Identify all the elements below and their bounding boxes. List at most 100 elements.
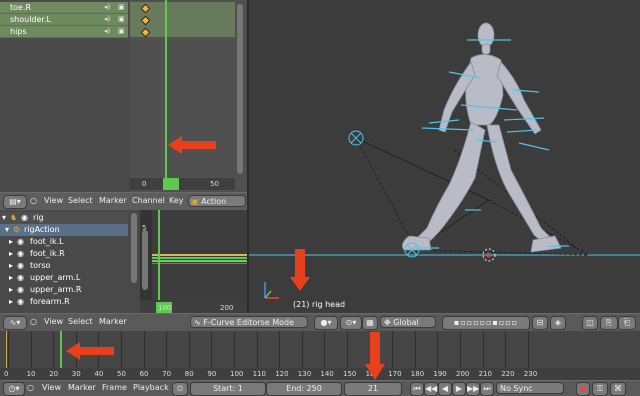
playhead-line[interactable]	[165, 0, 167, 178]
playhead-line[interactable]	[158, 210, 160, 300]
fcurve[interactable]	[152, 254, 247, 256]
transform-icon: ✥	[384, 318, 391, 327]
expand-icon[interactable]: ▾	[2, 212, 6, 224]
shading-dropdown[interactable]: ●▾	[314, 316, 338, 330]
bone-row[interactable]: ▸ ◉ foot_ik.R	[0, 248, 128, 260]
timeline-tick-label: 210	[478, 370, 492, 378]
menu-view[interactable]: View	[44, 317, 63, 326]
timeline-grid-line	[8, 331, 9, 368]
insert-keyframe-button[interactable]: ⌘	[610, 382, 626, 396]
editor-type-button[interactable]: ◷▾	[3, 382, 25, 396]
scrollbar[interactable]	[142, 230, 148, 290]
expand-icon[interactable]: ▸	[9, 272, 13, 284]
eye-icon[interactable]: ◉	[17, 248, 24, 260]
expand-icon[interactable]: ▸	[9, 296, 13, 308]
eye-icon[interactable]: ◉	[17, 260, 24, 272]
graph-curve-region[interactable]: 5 0 5 100 200	[140, 210, 247, 313]
eye-icon[interactable]: ◉	[17, 272, 24, 284]
timeline-grid-line	[234, 331, 235, 368]
rig-object-row[interactable]: ▾ ♞ ◉ rig	[0, 212, 128, 224]
dopesheet-channel-region: toe.R ◂) ▣ shoulder.L ◂) ▣ hips ◂) ▣	[0, 0, 130, 192]
eye-icon[interactable]: ◉	[17, 296, 24, 308]
menu-view[interactable]: View	[42, 383, 61, 392]
menu-channel[interactable]: Channel	[132, 196, 165, 205]
expand-icon[interactable]: ▸	[9, 260, 13, 272]
action-row[interactable]: ▾ ⚙ rigAction	[0, 224, 128, 236]
speaker-icon[interactable]: ◂)	[104, 26, 110, 37]
current-frame-field[interactable]: 21	[344, 382, 402, 396]
play-reverse-button[interactable]: ◀	[438, 382, 452, 396]
keying-set-button[interactable]: ⚿	[592, 382, 608, 396]
menu-select[interactable]: Select	[68, 317, 93, 326]
next-keyframe-button[interactable]: ▶▶	[466, 382, 480, 396]
fcurve[interactable]	[152, 263, 247, 264]
sync-dropdown[interactable]: No Sync	[496, 382, 564, 394]
3d-viewport[interactable]: (21) rig head	[247, 0, 640, 313]
bone-row[interactable]: ▸ ◉ upper_arm.R	[0, 284, 128, 296]
jump-start-button[interactable]: ⏮	[410, 382, 424, 396]
timeline-region[interactable]: 0102030405060708090100110120130140150160…	[0, 331, 640, 380]
menu-key[interactable]: Key	[169, 196, 184, 205]
copy-pose-button[interactable]: ⎘	[600, 316, 618, 330]
dopesheet-keyframe-region[interactable]: 0 50	[130, 0, 247, 192]
bone-row[interactable]: ▸ ◉ foot_ik.L	[0, 236, 128, 248]
jump-end-button[interactable]: ⏭	[480, 382, 494, 396]
fcurve[interactable]	[152, 260, 247, 262]
scrollbar[interactable]	[237, 4, 243, 174]
eye-icon[interactable]: ◉	[17, 284, 24, 296]
menu-playback[interactable]: Playback	[133, 383, 169, 392]
eye-icon[interactable]: ◉	[21, 212, 28, 224]
lock-icon[interactable]: ▣	[118, 14, 125, 25]
timeline-grid-line	[437, 331, 439, 368]
record-button[interactable]: ●	[576, 382, 590, 396]
editor-type-button[interactable]: ▤▾	[3, 195, 27, 209]
mode-dropdown[interactable]: ▣ Action Editor	[188, 195, 246, 218]
prev-keyframe-button[interactable]: ◀◀	[424, 382, 438, 396]
end-frame-value: End: 250	[286, 384, 322, 393]
layer-grid[interactable]: ▪▫▫▫▫▫▪▫▫▫	[442, 316, 530, 330]
end-frame-field[interactable]: End: 250	[266, 382, 342, 396]
menu-view[interactable]: View	[44, 196, 63, 205]
graph-mode-dropdown[interactable]: ∿ F-Curve Editorse Mode	[190, 316, 308, 328]
menu-marker[interactable]: Marker	[68, 383, 96, 392]
dopesheet-header: ▤▾ ○ View Select Marker Channel Key ▣ Ac…	[0, 192, 247, 218]
expand-icon[interactable]: ▸	[9, 236, 13, 248]
speaker-icon[interactable]: ◂)	[104, 14, 110, 25]
editor-type-button[interactable]: ∿▾	[3, 316, 27, 330]
snap-button[interactable]: ◈	[550, 316, 566, 330]
timeline-header: ◷▾ ○ View Marker Frame Playback ⏲ Start:…	[0, 380, 640, 396]
channel-row-shoulder-l[interactable]: shoulder.L ◂) ▣	[0, 14, 128, 26]
pivot-dropdown[interactable]: ⊙▾	[340, 316, 362, 330]
channel-row-hips[interactable]: hips ◂) ▣	[0, 26, 128, 38]
lock-icon[interactable]: ▣	[118, 26, 125, 37]
timeline-tick-label: 170	[388, 370, 402, 378]
paste-pose-button[interactable]: ⎗	[618, 316, 636, 330]
playhead-line[interactable]	[60, 331, 62, 368]
menu-marker[interactable]: Marker	[99, 317, 127, 326]
fcurve[interactable]	[152, 257, 247, 259]
start-frame-field[interactable]: Start: 1	[190, 382, 266, 396]
menu-frame[interactable]: Frame	[102, 383, 127, 392]
speaker-icon[interactable]: ◂)	[104, 2, 110, 13]
lock-button[interactable]: ⊟	[532, 316, 548, 330]
channel-label: shoulder.L	[10, 15, 51, 24]
bone-label: torso	[30, 261, 51, 270]
bone-row[interactable]: ▸ ◉ forearm.R	[0, 296, 128, 308]
bone-row[interactable]: ▸ ◉ upper_arm.L	[0, 272, 128, 284]
layers-button[interactable]: ▦	[362, 316, 378, 330]
orientation-dropdown[interactable]: ✥ Global	[380, 316, 436, 328]
render-button[interactable]: ◫	[582, 316, 598, 330]
expand-icon[interactable]: ▾	[5, 224, 9, 236]
bone-row[interactable]: ▸ ◉ torso	[0, 260, 128, 272]
scrollbar[interactable]	[131, 213, 137, 283]
lock-icon[interactable]: ▣	[118, 2, 125, 13]
menu-select[interactable]: Select	[68, 196, 93, 205]
menu-marker[interactable]: Marker	[99, 196, 127, 205]
expand-icon[interactable]: ▸	[9, 284, 13, 296]
channel-row-toe-r[interactable]: toe.R ◂) ▣	[0, 2, 128, 14]
timeline-grid-line	[347, 331, 348, 368]
eye-icon[interactable]: ◉	[17, 236, 24, 248]
expand-icon[interactable]: ▸	[9, 248, 13, 260]
play-button[interactable]: ▶	[452, 382, 466, 396]
preview-range-button[interactable]: ⏲	[172, 382, 188, 396]
